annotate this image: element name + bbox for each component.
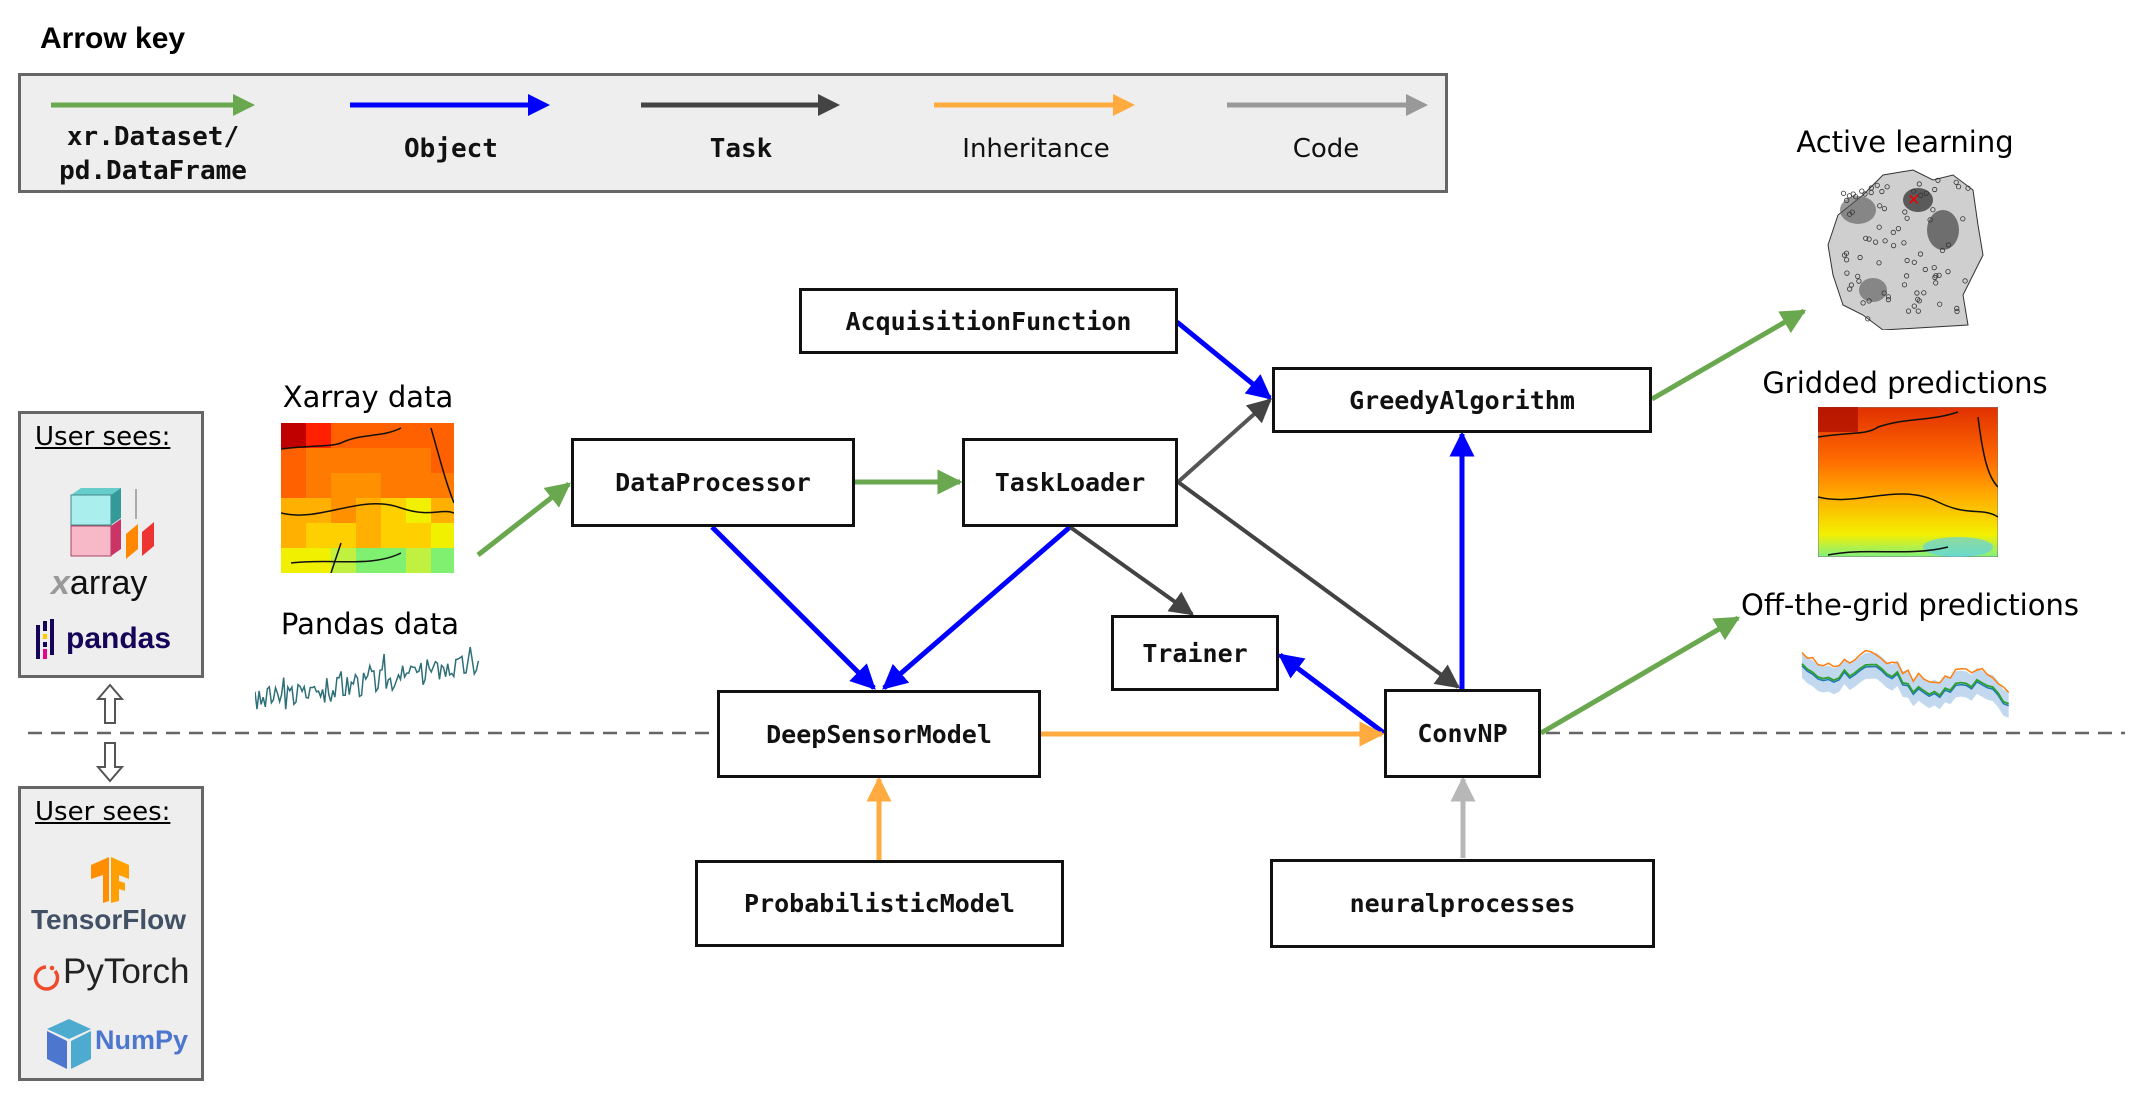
user-panel-top-title: User sees:	[35, 422, 171, 452]
offgrid-predictions-plot	[1801, 649, 2010, 718]
xarray-logo: xarray	[51, 564, 147, 603]
user-panel-bottom: User sees: TensorFlow PyTorch NumPy	[18, 786, 204, 1081]
node-task-loader[interactable]: TaskLoader	[962, 438, 1178, 527]
node-trainer[interactable]: Trainer	[1111, 615, 1279, 691]
xarray-cube-icon	[70, 488, 154, 559]
user-panel-bottom-title: User sees:	[35, 797, 171, 827]
node-deep-sensor-model[interactable]: DeepSensorModel	[717, 690, 1041, 778]
edge-convnp-to-trainer	[1278, 653, 1386, 735]
node-acquisition-function[interactable]: AcquisitionFunction	[799, 288, 1178, 354]
edge-dataprocessor-to-deepsensormodel	[710, 525, 876, 690]
edge-taskloader-to-trainer	[1068, 525, 1194, 616]
node-conv-np[interactable]: ConvNP	[1384, 689, 1541, 778]
node-probabilistic-model[interactable]: ProbabilisticModel	[695, 860, 1064, 947]
edge-acqfunc-to-greedy	[1175, 320, 1272, 400]
pandas-data-label: Pandas data	[280, 607, 460, 641]
xarray-data-heatmap	[281, 423, 454, 573]
offgrid-predictions-label: Off-the-grid predictions	[1741, 588, 2079, 622]
edge-xarray-to-dataprocessor	[476, 482, 571, 557]
xarray-data-label: Xarray data	[282, 380, 454, 414]
numpy-logo-text: NumPy	[95, 1025, 189, 1055]
pandas-data-timeseries	[255, 646, 480, 710]
pandas-logo-text: pandas	[66, 622, 172, 655]
pandas-icon	[36, 619, 54, 659]
active-learning-selected-marker: ✕	[1907, 190, 1920, 209]
tensorflow-icon	[91, 857, 129, 903]
pytorch-icon	[33, 965, 60, 991]
node-neural-processes[interactable]: neuralprocesses	[1270, 859, 1655, 948]
node-data-processor[interactable]: DataProcessor	[571, 438, 855, 527]
up-arrow-icon	[95, 683, 125, 724]
active-learning-map: ✕	[1827, 169, 1984, 330]
edge-taskloader-to-deepsensormodel	[882, 525, 1072, 690]
gridded-predictions-label: Gridded predictions	[1762, 366, 2048, 400]
user-panel-top: User sees: xarray pandas	[18, 411, 204, 678]
gridded-predictions-map	[1818, 407, 1998, 557]
down-arrow-icon	[95, 742, 125, 783]
active-learning-label: Active learning	[1796, 125, 2014, 159]
xarray-logo-text: array	[69, 564, 148, 602]
node-greedy-algorithm[interactable]: GreedyAlgorithm	[1272, 367, 1652, 433]
xarray-logo-prefix: x	[51, 564, 70, 602]
numpy-icon	[47, 1019, 91, 1069]
edge-convnp-to-offgrid	[1539, 615, 1741, 736]
tensorflow-logo-text: TensorFlow	[31, 904, 187, 935]
pytorch-logo-text: PyTorch	[63, 952, 190, 991]
edge-taskloader-to-greedy	[1176, 398, 1272, 484]
